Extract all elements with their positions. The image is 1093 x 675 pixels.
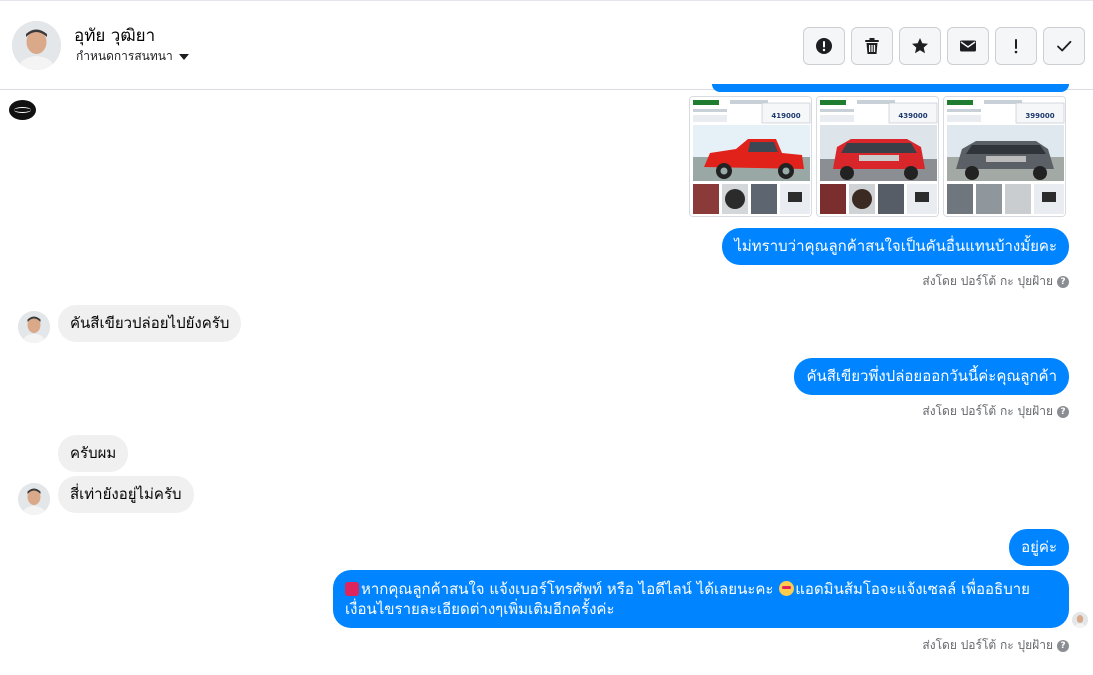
- message-thread[interactable]: 419000 439000 399000 ไม่ทราบว่าคุณลูกค้า…: [0, 84, 1093, 675]
- heart-eyes-emoji-icon: [779, 581, 795, 596]
- mark-done-button[interactable]: [1043, 27, 1085, 65]
- car-image-2[interactable]: 439000: [816, 96, 939, 217]
- outgoing-message[interactable]: อยู่ค่ะ: [1009, 529, 1069, 566]
- help-icon[interactable]: ?: [1057, 405, 1069, 418]
- outgoing-message[interactable]: คันสีเขียวพึ่งปล่อยออกวันนี้ค่ะคุณลูกค้า: [794, 358, 1069, 395]
- envelope-icon: [960, 40, 976, 52]
- sent-by-label: ส่งโดย ปอร์โต้ กะ ปุยฝ้าย ?: [922, 636, 1069, 655]
- sent-by-text: ส่งโดย ปอร์โต้ กะ ปุยฝ้าย: [922, 274, 1053, 288]
- conversation-header: อุทัย วุฒิยา กำหนดการสนทนา: [0, 0, 1093, 90]
- incoming-message[interactable]: สี่เท่ายังอยู่ไม่ครับ: [58, 476, 194, 513]
- star-button[interactable]: [899, 27, 941, 65]
- incoming-message[interactable]: คันสีเขียวปล่อยไปยังครับ: [58, 305, 242, 342]
- alert-circle-icon: [816, 38, 832, 54]
- contact-avatar-small[interactable]: [18, 483, 50, 515]
- seen-receipt-avatar: [1072, 612, 1088, 628]
- contact-avatar[interactable]: [12, 21, 61, 70]
- message-line-1: หากคุณลูกค้าสนใจ แจ้งเบอร์โทรศัพท์ หรือ …: [345, 579, 1057, 599]
- help-icon[interactable]: ?: [1057, 639, 1069, 652]
- message-line-2: เงื่อนไขรายละเอียดต่างๆเพิ่มเติมอีกครั้ง…: [345, 600, 615, 618]
- sent-by-label: ส่งโดย ปอร์โต้ กะ ปุยฝ้าย ?: [922, 402, 1069, 421]
- sent-by-text: ส่งโดย ปอร์โต้ กะ ปุยฝ้าย: [922, 638, 1053, 652]
- message-line-1-text-b: แอดมินส้มโอจะแจ้งเซลล์ เพื่ออธิบาย: [795, 580, 1030, 598]
- help-icon[interactable]: ?: [1057, 275, 1069, 288]
- car-3-price: 399000: [1025, 112, 1054, 120]
- outgoing-message[interactable]: ไม่ทราบว่าคุณลูกค้าสนใจเป็นคันอื่นแทนบ้า…: [722, 228, 1069, 265]
- car-2-price: 439000: [898, 112, 927, 120]
- message-line-1-text-a: หากคุณลูกค้าสนใจ แจ้งเบอร์โทรศัพท์ หรือ …: [361, 580, 779, 598]
- sent-by-label: ส่งโดย ปอร์โต้ กะ ปุยฝ้าย ?: [922, 272, 1069, 291]
- trash-icon: [865, 38, 879, 54]
- car-image-attachments: 419000 439000 399000: [689, 96, 1066, 217]
- car-image-3[interactable]: 399000: [943, 96, 1066, 217]
- checkmark-icon: [1057, 40, 1072, 52]
- delete-button[interactable]: [851, 27, 893, 65]
- car-image-1[interactable]: 419000: [689, 96, 812, 217]
- incoming-message[interactable]: ครับผม: [58, 435, 129, 472]
- sent-by-text: ส่งโดย ปอร์โต้ กะ ปุยฝ้าย: [922, 404, 1053, 418]
- telephone-emoji-icon: [345, 582, 359, 596]
- spam-button[interactable]: [995, 27, 1037, 65]
- caret-down-icon: [178, 54, 189, 60]
- previous-message-bubble: [712, 84, 1069, 92]
- header-actions: [803, 27, 1085, 65]
- contact-avatar-small[interactable]: [18, 311, 50, 343]
- exclamation-icon: [1014, 39, 1018, 54]
- conversation-schedule-dropdown[interactable]: กำหนดการสนทนา: [76, 47, 189, 66]
- report-button[interactable]: [803, 27, 845, 65]
- conversation-schedule-label: กำหนดการสนทนา: [76, 49, 173, 63]
- mark-unread-button[interactable]: [947, 27, 989, 65]
- page-logo-icon: [9, 100, 36, 120]
- car-1-price: 419000: [771, 112, 800, 120]
- outgoing-message[interactable]: หากคุณลูกค้าสนใจ แจ้งเบอร์โทรศัพท์ หรือ …: [333, 570, 1069, 628]
- star-icon: [912, 38, 928, 54]
- contact-name: อุทัย วุฒิยา: [74, 26, 156, 46]
